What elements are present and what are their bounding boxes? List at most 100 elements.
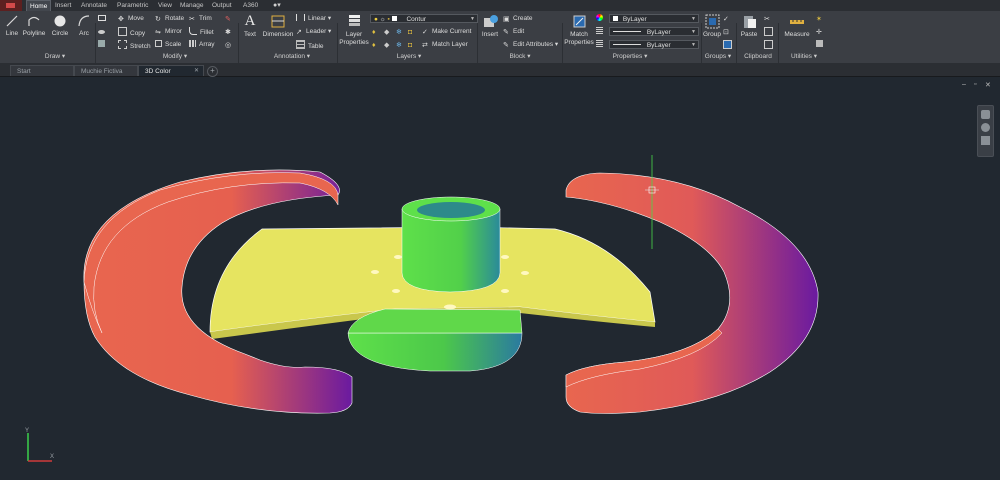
mirror-tool[interactable]: ⇋ Mirror xyxy=(155,27,182,37)
table-tool[interactable]: Table xyxy=(296,40,324,50)
annotation-panel-title[interactable]: Annotation ▾ xyxy=(262,52,322,62)
ungroup-icon: ✓ xyxy=(723,16,729,23)
circle-tool[interactable]: Circle xyxy=(49,14,71,37)
line-tool[interactable]: Line xyxy=(3,14,21,37)
close-icon[interactable]: ✕ xyxy=(194,66,199,77)
maximize-viewport-icon[interactable]: ▫ xyxy=(974,81,976,88)
measure-icon xyxy=(790,20,804,24)
group-tool[interactable]: Group xyxy=(702,14,722,38)
scale-tool[interactable]: Scale xyxy=(155,40,181,50)
layer-thaw-tool[interactable]: ❄ xyxy=(396,40,406,50)
copy-base-tool[interactable] xyxy=(764,40,776,50)
tab-insert[interactable]: Insert xyxy=(52,0,74,11)
tab-parametric[interactable]: Parametric xyxy=(114,0,151,11)
copy-clip-tool[interactable] xyxy=(764,27,776,37)
match-properties-tool[interactable]: Match Properties xyxy=(564,14,594,47)
measure-tool[interactable]: Measure xyxy=(782,14,812,38)
fillet-tool[interactable]: Fillet xyxy=(189,27,214,37)
zoom-icon[interactable] xyxy=(981,136,990,145)
arc-tool[interactable]: Arc xyxy=(74,14,94,37)
leader-tool[interactable]: ↗ Leader ▾ xyxy=(296,27,331,37)
edit-block-tool[interactable]: ✎ Edit xyxy=(503,27,524,37)
layer-properties-tool[interactable]: Layer Properties xyxy=(339,14,369,47)
draw-panel-title[interactable]: Draw ▾ xyxy=(30,52,80,62)
text-tool[interactable]: A Text xyxy=(241,14,259,39)
stretch-tool[interactable]: Stretch xyxy=(118,40,151,50)
tab-start[interactable]: Start xyxy=(10,65,74,76)
lineweight-value: ByLayer xyxy=(646,42,671,49)
layer-isolate-tool[interactable]: ◆ xyxy=(384,27,394,37)
lineweight-tool[interactable] xyxy=(596,40,606,50)
text-label: Text xyxy=(244,31,256,38)
calculator-tool[interactable] xyxy=(816,40,826,50)
cut-tool[interactable]: ✂ xyxy=(764,14,774,24)
drawing-viewport[interactable]: Y X xyxy=(0,77,1000,480)
navigation-bar[interactable] xyxy=(977,105,994,157)
tab-output[interactable]: Output xyxy=(209,0,235,11)
linear-dimension-tool[interactable]: Linear ▾ xyxy=(296,14,331,24)
utilities-panel-title[interactable]: Utilities ▾ xyxy=(782,52,826,62)
close-viewport-icon[interactable]: ✕ xyxy=(985,81,991,89)
group-select-tool[interactable] xyxy=(723,40,735,50)
layer-unlock-tool[interactable]: ◘ xyxy=(408,40,418,50)
featured-apps-icon[interactable]: ●▾ xyxy=(273,2,285,9)
dimension-tool[interactable]: Dimension xyxy=(261,14,295,38)
erase-tool[interactable]: ✎ xyxy=(225,14,235,24)
rotate-tool[interactable]: ↻ Rotate xyxy=(155,14,184,24)
color-wheel-tool[interactable] xyxy=(596,14,606,24)
modify-panel-title[interactable]: Modify ▾ xyxy=(150,52,200,62)
layer-unisolate-tool[interactable]: ◆ xyxy=(384,40,394,50)
color-dropdown[interactable]: ByLayer ▼ xyxy=(609,14,699,23)
tab-view[interactable]: View xyxy=(155,0,175,11)
layer-lock-icon: ◘ xyxy=(408,29,413,36)
tab-annotate[interactable]: Annotate xyxy=(78,0,110,11)
new-tab-button[interactable]: + xyxy=(207,66,218,77)
insert-tool[interactable]: Insert xyxy=(479,14,501,38)
group-edit-tool[interactable]: ⊡ xyxy=(723,27,733,37)
array-tool[interactable]: Array xyxy=(189,40,215,50)
rectangle-tool[interactable] xyxy=(98,14,109,24)
ungroup-tool[interactable]: ✓ xyxy=(723,14,733,24)
explode-tool[interactable]: ✱ xyxy=(225,27,235,37)
edit-attributes-tool[interactable]: ✎ Edit Attributes ▾ xyxy=(503,40,558,50)
pan-icon[interactable] xyxy=(981,123,990,132)
lineweight-dropdown[interactable]: ByLayer ▼ xyxy=(609,40,699,49)
minimize-viewport-icon[interactable]: – xyxy=(962,81,966,88)
point-id-tool[interactable]: ✛ xyxy=(816,27,826,37)
steering-wheel-icon[interactable] xyxy=(981,110,990,119)
tab-a360[interactable]: A360 xyxy=(240,0,261,11)
properties-panel-title[interactable]: Properties ▾ xyxy=(600,52,660,62)
layers-panel-title[interactable]: Layers ▾ xyxy=(384,52,434,62)
move-tool[interactable]: ✥ Move xyxy=(118,14,144,24)
circle-icon xyxy=(54,15,66,27)
layer-dropdown[interactable]: ● ☼ ▪ Contur ▼ xyxy=(370,14,478,23)
layer-on-tool[interactable]: ♦ xyxy=(372,40,382,50)
block-panel-title[interactable]: Block ▾ xyxy=(495,52,545,62)
trim-tool[interactable]: ✂ Trim xyxy=(189,14,212,24)
polyline-tool[interactable]: Polyline xyxy=(21,14,47,37)
make-current-tool[interactable]: ✓ Make Current xyxy=(422,27,471,37)
layer-lock-tool[interactable]: ◘ xyxy=(408,27,418,37)
linetype-dropdown[interactable]: ByLayer ▼ xyxy=(609,27,699,36)
hatch-tool[interactable] xyxy=(98,27,108,37)
groups-panel-title[interactable]: Groups ▾ xyxy=(698,52,738,62)
layer-off-tool[interactable]: ♦ xyxy=(372,27,382,37)
tab-muchie-fictiva[interactable]: Muchie Fictiva xyxy=(74,65,138,76)
copy-tool[interactable]: Copy xyxy=(118,27,145,37)
tab-3d-color[interactable]: 3D Color ✕ xyxy=(138,65,204,76)
properties-title-text: Properties xyxy=(612,53,643,60)
match-layer-label: Match Layer xyxy=(432,41,468,48)
match-layer-tool[interactable]: ⇄ Match Layer xyxy=(422,40,468,50)
paste-label: Paste xyxy=(740,31,758,38)
offset-tool[interactable]: ◎ xyxy=(225,40,235,50)
application-menu-button[interactable] xyxy=(0,0,22,11)
tab-manage[interactable]: Manage xyxy=(177,0,207,11)
paste-tool[interactable]: Paste xyxy=(738,14,760,38)
quick-select-tool[interactable]: ✶ xyxy=(816,14,826,24)
modify-title-text: Modify xyxy=(162,53,183,60)
create-block-tool[interactable]: ▣ Create xyxy=(503,14,533,24)
linetype-tool[interactable] xyxy=(596,27,606,37)
create-block-icon: ▣ xyxy=(503,16,510,23)
gradient-tool[interactable] xyxy=(98,40,108,50)
layer-freeze-tool[interactable]: ❄ xyxy=(396,27,406,37)
